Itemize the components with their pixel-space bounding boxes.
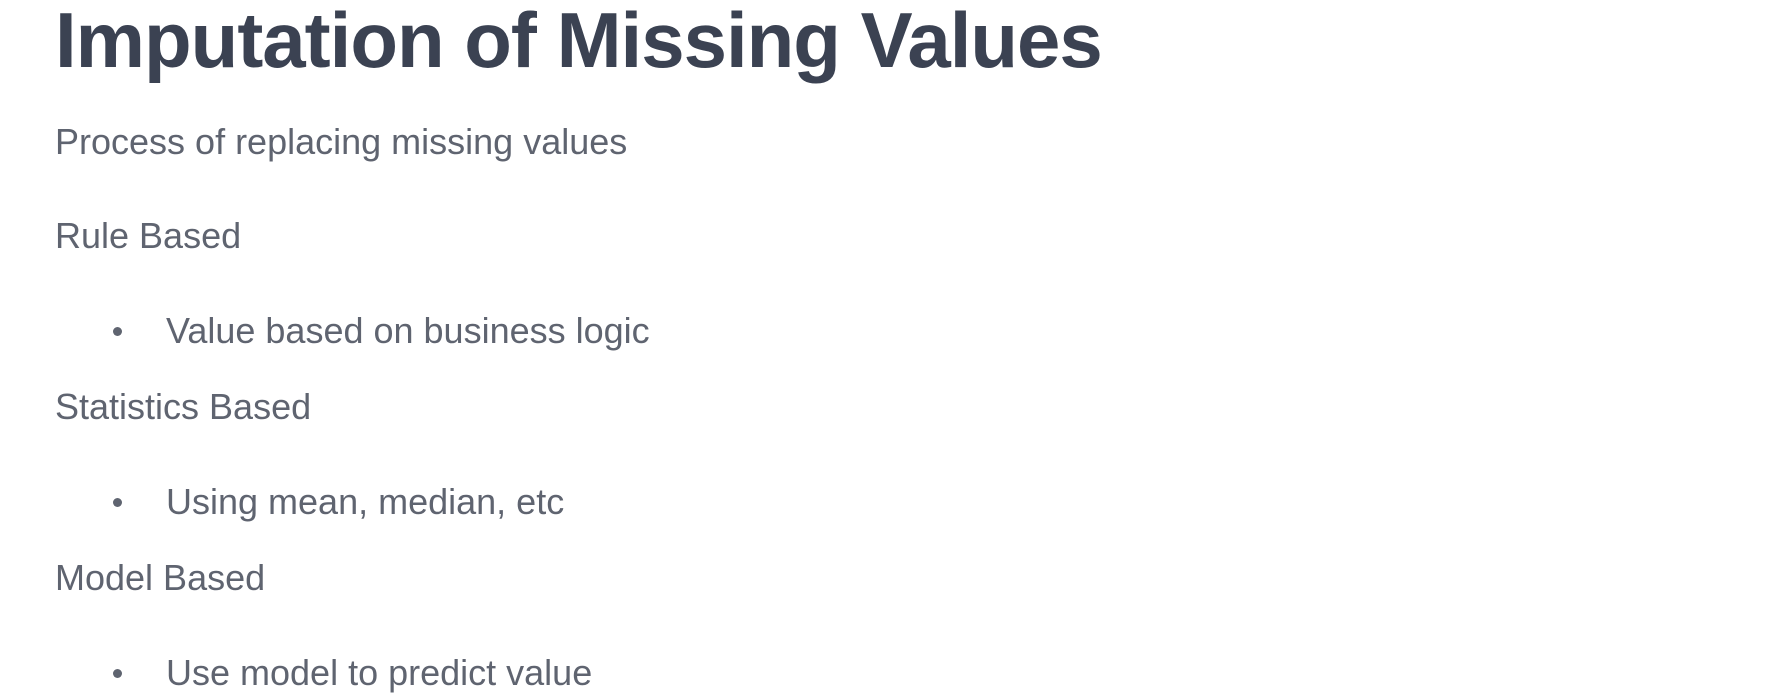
slide-subtitle: Process of replacing missing values	[55, 121, 628, 162]
bullet-list: Use model to predict value	[55, 652, 1725, 694]
bullet-item: Using mean, median, etc	[55, 481, 1725, 523]
bullet-item: Use model to predict value	[55, 652, 1725, 694]
section-rule-based: Rule Based Value based on business logic	[55, 215, 1725, 352]
bullet-dot-icon	[113, 498, 122, 507]
slide: Imputation of Missing Values Process of …	[55, 0, 1725, 700]
section-heading: Model Based	[55, 557, 266, 598]
section-statistics-based: Statistics Based Using mean, median, etc	[55, 386, 1725, 523]
section-heading: Rule Based	[55, 215, 242, 256]
bullet-text: Using mean, median, etc	[166, 481, 565, 522]
section-heading: Statistics Based	[55, 386, 312, 427]
bullet-list: Using mean, median, etc	[55, 481, 1725, 523]
bullet-dot-icon	[113, 669, 122, 678]
slide-title: Imputation of Missing Values	[55, 0, 1103, 84]
bullet-list: Value based on business logic	[55, 310, 1725, 352]
bullet-item: Value based on business logic	[55, 310, 1725, 352]
bullet-text: Value based on business logic	[166, 310, 650, 351]
section-model-based: Model Based Use model to predict value	[55, 557, 1725, 694]
bullet-dot-icon	[113, 327, 122, 336]
bullet-text: Use model to predict value	[166, 652, 593, 693]
